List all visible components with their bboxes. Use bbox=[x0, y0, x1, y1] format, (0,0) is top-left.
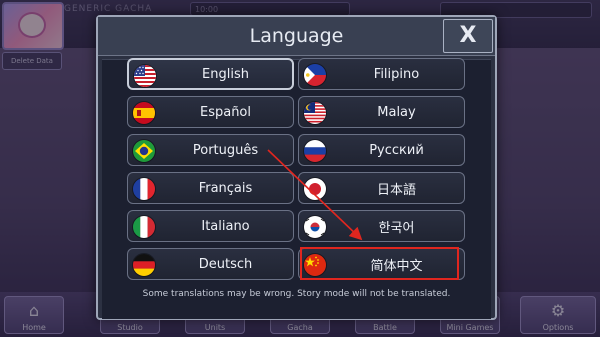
brazil-flag-icon bbox=[133, 140, 155, 162]
lang-label: 简体中文 bbox=[370, 258, 423, 274]
japan-flag-icon bbox=[304, 178, 326, 200]
lang-label: English bbox=[202, 66, 249, 82]
lang-espanol-button[interactable]: Español bbox=[127, 96, 294, 128]
lang-deutsch-button[interactable]: Deutsch bbox=[127, 248, 294, 280]
lang-label: Português bbox=[192, 142, 259, 158]
lang-label: Filipino bbox=[373, 66, 420, 82]
modal-header: Language X bbox=[98, 17, 495, 56]
philippines-flag-icon bbox=[304, 64, 326, 86]
lang-label: Deutsch bbox=[198, 256, 253, 272]
lang-label: Français bbox=[198, 180, 253, 196]
malaysia-flag-icon bbox=[304, 102, 326, 124]
lang-label: Español bbox=[199, 104, 251, 120]
close-button[interactable]: X bbox=[443, 19, 493, 53]
lang-francais-button[interactable]: Français bbox=[127, 172, 294, 204]
lang-korean-button[interactable]: 한국어 bbox=[298, 210, 465, 242]
lang-label: 한국어 bbox=[378, 220, 415, 236]
lang-russian-button[interactable]: Русский bbox=[298, 134, 465, 166]
germany-flag-icon bbox=[133, 254, 155, 276]
lang-english-button[interactable]: English bbox=[127, 58, 294, 90]
lang-japanese-button[interactable]: 日本語 bbox=[298, 172, 465, 204]
modal-title: Language bbox=[249, 25, 344, 47]
lang-portugues-button[interactable]: Português bbox=[127, 134, 294, 166]
lang-label: Italiano bbox=[201, 218, 250, 234]
spain-flag-icon bbox=[133, 102, 155, 124]
us-flag-icon bbox=[134, 65, 156, 87]
lang-label: Русский bbox=[369, 142, 424, 158]
russia-flag-icon bbox=[304, 140, 326, 162]
translation-disclaimer: Some translations may be wrong. Story mo… bbox=[142, 289, 451, 299]
lang-label: 日本語 bbox=[376, 182, 416, 198]
france-flag-icon bbox=[133, 178, 155, 200]
lang-malay-button[interactable]: Malay bbox=[298, 96, 465, 128]
lang-chinese-simplified-button[interactable]: 简体中文 bbox=[298, 248, 465, 280]
lang-label: Malay bbox=[377, 104, 416, 120]
korea-flag-icon bbox=[304, 216, 326, 238]
italy-flag-icon bbox=[133, 216, 155, 238]
china-flag-icon bbox=[304, 254, 326, 276]
lang-italiano-button[interactable]: Italiano bbox=[127, 210, 294, 242]
lang-filipino-button[interactable]: Filipino bbox=[298, 58, 465, 90]
